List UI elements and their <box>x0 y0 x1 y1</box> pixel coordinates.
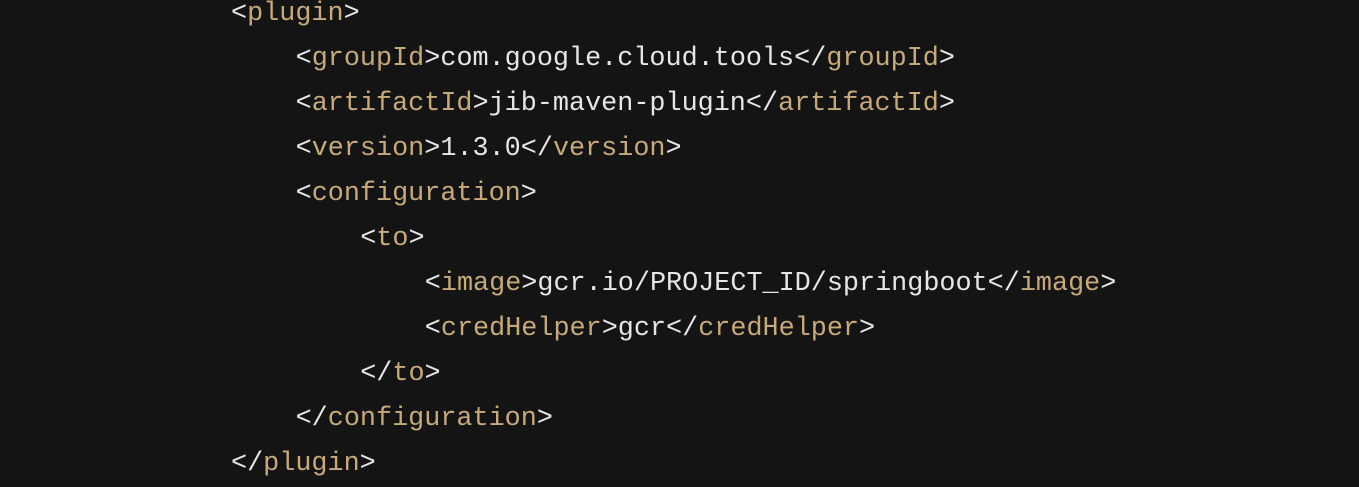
bracket: > <box>1100 269 1117 299</box>
bracket: < <box>424 314 441 344</box>
code-line-to-open: <to> <box>231 217 425 262</box>
tag-name: plugin <box>263 449 360 479</box>
element-value: jib-maven-plugin <box>488 89 746 119</box>
tag-name: image <box>1019 269 1101 299</box>
code-line-plugin-close: </plugin> <box>231 442 376 487</box>
element-value: com.google.cloud.tools <box>440 44 795 74</box>
code-line-groupid: <groupId>com.google.cloud.tools</groupId… <box>231 37 955 82</box>
tag-name: image <box>440 269 522 299</box>
tag-name: groupId <box>311 44 425 74</box>
code-line-artifactid: <artifactId>jib-maven-plugin</artifactId… <box>231 82 955 127</box>
element-value: gcr.io/PROJECT_ID/springboot <box>537 269 988 299</box>
bracket: < <box>360 224 377 254</box>
code-line-credhelper: <credHelper>gcr</credHelper> <box>231 307 875 352</box>
tag-name: groupId <box>826 44 939 74</box>
tag-name: plugin <box>247 0 344 29</box>
bracket: < <box>295 179 312 209</box>
tag-name: artifactId <box>311 89 473 119</box>
bracket: < <box>295 89 312 119</box>
bracket: > <box>536 404 553 434</box>
code-line-configuration-open: <configuration> <box>231 172 537 217</box>
code-line-to-close: </to> <box>231 352 441 397</box>
bracket: < <box>295 134 312 164</box>
bracket: </ <box>794 44 827 74</box>
bracket: < <box>424 269 441 299</box>
tag-name: version <box>311 134 425 164</box>
bracket: > <box>343 0 360 29</box>
bracket: > <box>408 224 425 254</box>
tag-name: to <box>392 359 425 389</box>
code-line-image: <image>gcr.io/PROJECT_ID/springboot</ima… <box>231 262 1117 307</box>
bracket: > <box>424 359 441 389</box>
bracket: > <box>472 89 489 119</box>
tag-name: configuration <box>327 404 537 434</box>
tag-name: credHelper <box>440 314 602 344</box>
bracket: </ <box>360 359 393 389</box>
code-line-version: <version>1.3.0</version> <box>231 127 682 172</box>
bracket: </ <box>231 449 264 479</box>
bracket: > <box>424 134 441 164</box>
bracket: > <box>359 449 376 479</box>
bracket: </ <box>987 269 1020 299</box>
bracket: > <box>938 89 955 119</box>
tag-name: credHelper <box>698 314 860 344</box>
code-line-configuration-close: </configuration> <box>231 397 553 442</box>
bracket: > <box>520 179 537 209</box>
bracket: < <box>295 44 312 74</box>
bracket: < <box>231 0 248 29</box>
bracket: </ <box>520 134 553 164</box>
tag-name: to <box>376 224 409 254</box>
bracket: </ <box>295 404 328 434</box>
bracket: > <box>601 314 618 344</box>
bracket: > <box>665 134 682 164</box>
bracket: > <box>938 44 955 74</box>
tag-name: version <box>552 134 666 164</box>
bracket: </ <box>745 89 779 119</box>
tag-name: configuration <box>311 179 521 209</box>
element-value: 1.3.0 <box>440 134 521 164</box>
bracket: > <box>424 44 441 74</box>
bracket: </ <box>666 314 699 344</box>
element-value: gcr <box>617 314 667 344</box>
code-block: <plugin> <groupId>com.google.cloud.tools… <box>0 0 1359 484</box>
bracket: > <box>521 269 538 299</box>
tag-name: artifactId <box>778 89 939 119</box>
bracket: > <box>859 314 876 344</box>
code-line-plugin-open: <plugin> <box>231 0 360 37</box>
